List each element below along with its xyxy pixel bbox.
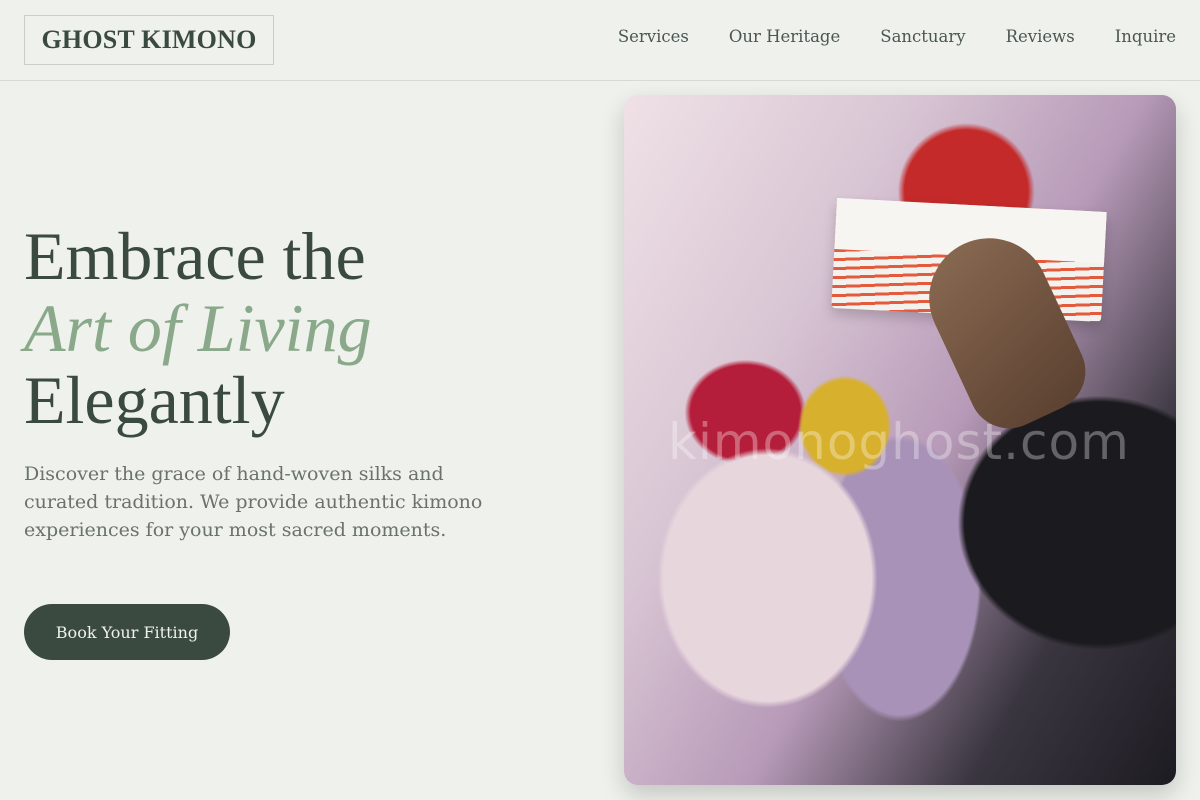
nav-our-heritage[interactable]: Our Heritage (729, 26, 840, 48)
headline-line-3: Elegantly (24, 362, 285, 438)
main-nav: Services Our Heritage Sanctuary Reviews … (618, 26, 1176, 48)
headline-line-1: Embrace the (24, 218, 366, 294)
headline-accent: Art of Living (24, 290, 372, 366)
site-logo[interactable]: GHOST KIMONO (24, 15, 274, 65)
nav-services[interactable]: Services (618, 26, 689, 48)
hero-description: Discover the grace of hand-woven silks a… (24, 463, 483, 541)
nav-sanctuary[interactable]: Sanctuary (880, 26, 965, 48)
hero-headline: Embrace the Art of Living Elegantly (24, 220, 584, 436)
image-watermark: kimonoghost.com (668, 413, 1130, 471)
nav-inquire[interactable]: Inquire (1115, 26, 1176, 48)
site-header: GHOST KIMONO Services Our Heritage Sanct… (0, 0, 1200, 81)
hero-kimono-image: kimonoghost.com (624, 95, 1176, 785)
nav-reviews[interactable]: Reviews (1006, 26, 1075, 48)
book-fitting-button[interactable]: Book Your Fitting (24, 604, 230, 660)
